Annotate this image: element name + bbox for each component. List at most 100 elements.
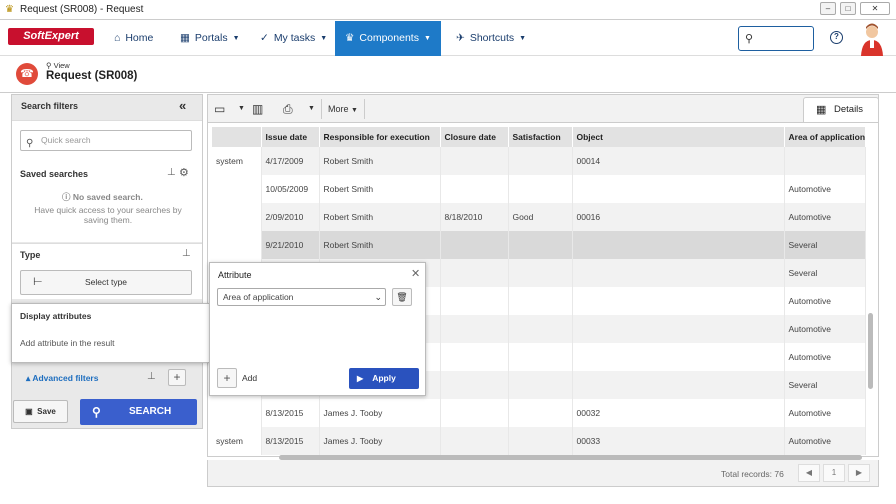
nav-home-label: Home <box>125 32 154 44</box>
user-avatar[interactable] <box>860 22 884 56</box>
column-header[interactable]: Issue date <box>261 127 320 147</box>
caret-down-icon[interactable]: ▼ <box>238 99 245 119</box>
saved-searches-title: Saved searches <box>20 169 89 179</box>
search-filters-panel: Search filters « ⚲ Quick search Saved se… <box>11 94 203 429</box>
column-header[interactable] <box>212 127 262 147</box>
add-attribute-label: Add <box>242 373 258 383</box>
floppy-icon: ▣ <box>25 407 33 416</box>
nav-my-tasks-label: My tasks <box>273 32 316 44</box>
nav-shortcuts-label: Shortcuts <box>469 32 515 44</box>
no-saved-search-text: No saved search. <box>72 192 143 202</box>
tab-details[interactable]: ▦ Details <box>803 97 879 123</box>
minimize-button[interactable]: – <box>820 2 836 15</box>
table-cell <box>508 259 573 287</box>
pin-icon[interactable]: ⊥ <box>167 167 176 178</box>
table-row[interactable]: system 4/17/2009 Robert Smith 00014 <box>212 147 867 175</box>
table-cell <box>440 427 509 455</box>
table-cell: 2/09/2010 <box>261 203 320 231</box>
maximize-button[interactable]: □ <box>840 2 856 15</box>
tree-icon: ⊢ <box>33 276 43 288</box>
caret-down-icon[interactable]: ▼ <box>308 99 315 119</box>
help-icon[interactable]: ? <box>830 31 843 44</box>
type-title: Type <box>20 250 41 260</box>
global-search-input[interactable]: ⚲ <box>738 26 814 51</box>
table-cell: system <box>212 427 262 455</box>
attribute-select[interactable]: Area of application ⌄ <box>217 288 386 306</box>
table-cell <box>572 371 785 399</box>
table-row[interactable]: 9/21/2010 Robert Smith Several <box>212 231 867 259</box>
caret-down-icon: ▼ <box>232 35 240 42</box>
nav-my-tasks[interactable]: ✓ My tasks ▼ <box>250 21 337 56</box>
table-cell: 8/13/2015 <box>261 399 320 427</box>
quick-search-input[interactable]: ⚲ Quick search <box>20 130 192 151</box>
search-button[interactable]: ⚲ SEARCH <box>80 399 197 425</box>
tab-details-label: Details <box>834 104 864 115</box>
nav-shortcuts[interactable]: ✈ Shortcuts ▼ <box>446 21 536 56</box>
table-cell: 10/05/2009 <box>261 175 320 203</box>
table-cell: Automotive <box>784 343 867 371</box>
column-header[interactable]: Object <box>572 127 785 147</box>
table-cell: 8/13/2015 <box>261 427 320 455</box>
table-cell <box>440 287 509 315</box>
no-saved-search-hint: Have quick access to your searches by sa… <box>34 205 182 225</box>
advanced-filters-toggle[interactable]: ▴ Advanced filters <box>26 373 98 384</box>
column-header[interactable]: Responsible for execution <box>319 127 441 147</box>
collapse-panel-icon[interactable]: « <box>179 98 186 113</box>
table-cell <box>212 399 262 427</box>
table-cell <box>572 343 785 371</box>
nav-home[interactable]: ⌂ Home <box>104 21 163 56</box>
table-cell <box>508 371 573 399</box>
apply-button[interactable]: ▶ Apply <box>349 368 419 389</box>
table-row[interactable]: 8/13/2015 James J. Tooby 00032 Automotive <box>212 399 867 427</box>
caret-down-icon: ▼ <box>351 107 358 114</box>
table-cell <box>440 343 509 371</box>
table-row[interactable]: 2/09/2010 Robert Smith 8/18/2010 Good 00016 A… <box>212 203 867 231</box>
chart-icon[interactable]: ▥ <box>252 99 263 119</box>
add-filter-button[interactable]: + <box>168 369 186 386</box>
column-header[interactable]: Area of application <box>784 127 867 147</box>
grid-footer: Total records: 76 ◀ 1 ▶ <box>207 460 879 487</box>
trophy-icon: ♛ <box>345 32 355 44</box>
view-mode-icon[interactable]: ▭ <box>214 99 225 119</box>
table-cell: Several <box>784 259 867 287</box>
print-icon[interactable]: ⎙ <box>283 99 293 119</box>
pin-icon[interactable]: ⊥ <box>182 248 191 259</box>
attribute-select-value: Area of application <box>223 292 294 302</box>
add-attribute-button[interactable]: + <box>217 368 237 388</box>
table-cell: James J. Tooby <box>319 427 441 455</box>
softexpert-logo[interactable]: SoftExpert <box>8 28 94 45</box>
delete-attribute-button[interactable]: 🗑 <box>392 288 412 306</box>
close-window-button[interactable]: ✕ <box>860 2 890 15</box>
page-number[interactable]: 1 <box>823 464 845 482</box>
select-type-label: Select type <box>84 277 128 287</box>
table-cell: 4/17/2009 <box>261 147 320 175</box>
table-cell <box>440 259 509 287</box>
display-attributes-text: Add attribute in the result <box>20 338 115 348</box>
total-records: Total records: 76 <box>721 469 784 479</box>
pin-icon[interactable]: ⊥ <box>147 371 156 382</box>
table-cell <box>440 147 509 175</box>
column-header[interactable]: Satisfaction <box>508 127 573 147</box>
vertical-scrollbar[interactable] <box>868 313 873 389</box>
table-cell: Several <box>784 371 867 399</box>
close-icon[interactable]: ✕ <box>411 267 420 280</box>
request-icon: ☎ <box>16 63 38 85</box>
gear-icon[interactable]: ⚙ <box>179 166 189 179</box>
column-header[interactable]: Closure date <box>440 127 509 147</box>
table-cell: Automotive <box>784 203 867 231</box>
table-cell <box>212 231 262 259</box>
nav-components[interactable]: ♛ Components ▼ <box>335 21 441 56</box>
search-filters-title: Search filters <box>21 101 79 111</box>
table-row[interactable]: system 8/13/2015 James J. Tooby 00033 Automo… <box>212 427 867 455</box>
more-menu-button[interactable]: More ▼ <box>321 99 365 119</box>
nav-portals[interactable]: ▦ Portals ▼ <box>170 21 250 56</box>
save-search-button[interactable]: ▣ Save <box>13 400 68 423</box>
table-icon: ▦ <box>816 104 827 116</box>
table-cell <box>508 343 573 371</box>
window-titlebar: ♛ Request (SR008) - Request – □ ✕ <box>0 0 896 20</box>
prev-page-button[interactable]: ◀ <box>798 464 820 482</box>
next-page-button[interactable]: ▶ <box>848 464 870 482</box>
select-type-button[interactable]: ⊢ Select type <box>20 270 192 295</box>
play-icon: ▶ <box>357 374 364 383</box>
table-row[interactable]: 10/05/2009 Robert Smith Automotive <box>212 175 867 203</box>
